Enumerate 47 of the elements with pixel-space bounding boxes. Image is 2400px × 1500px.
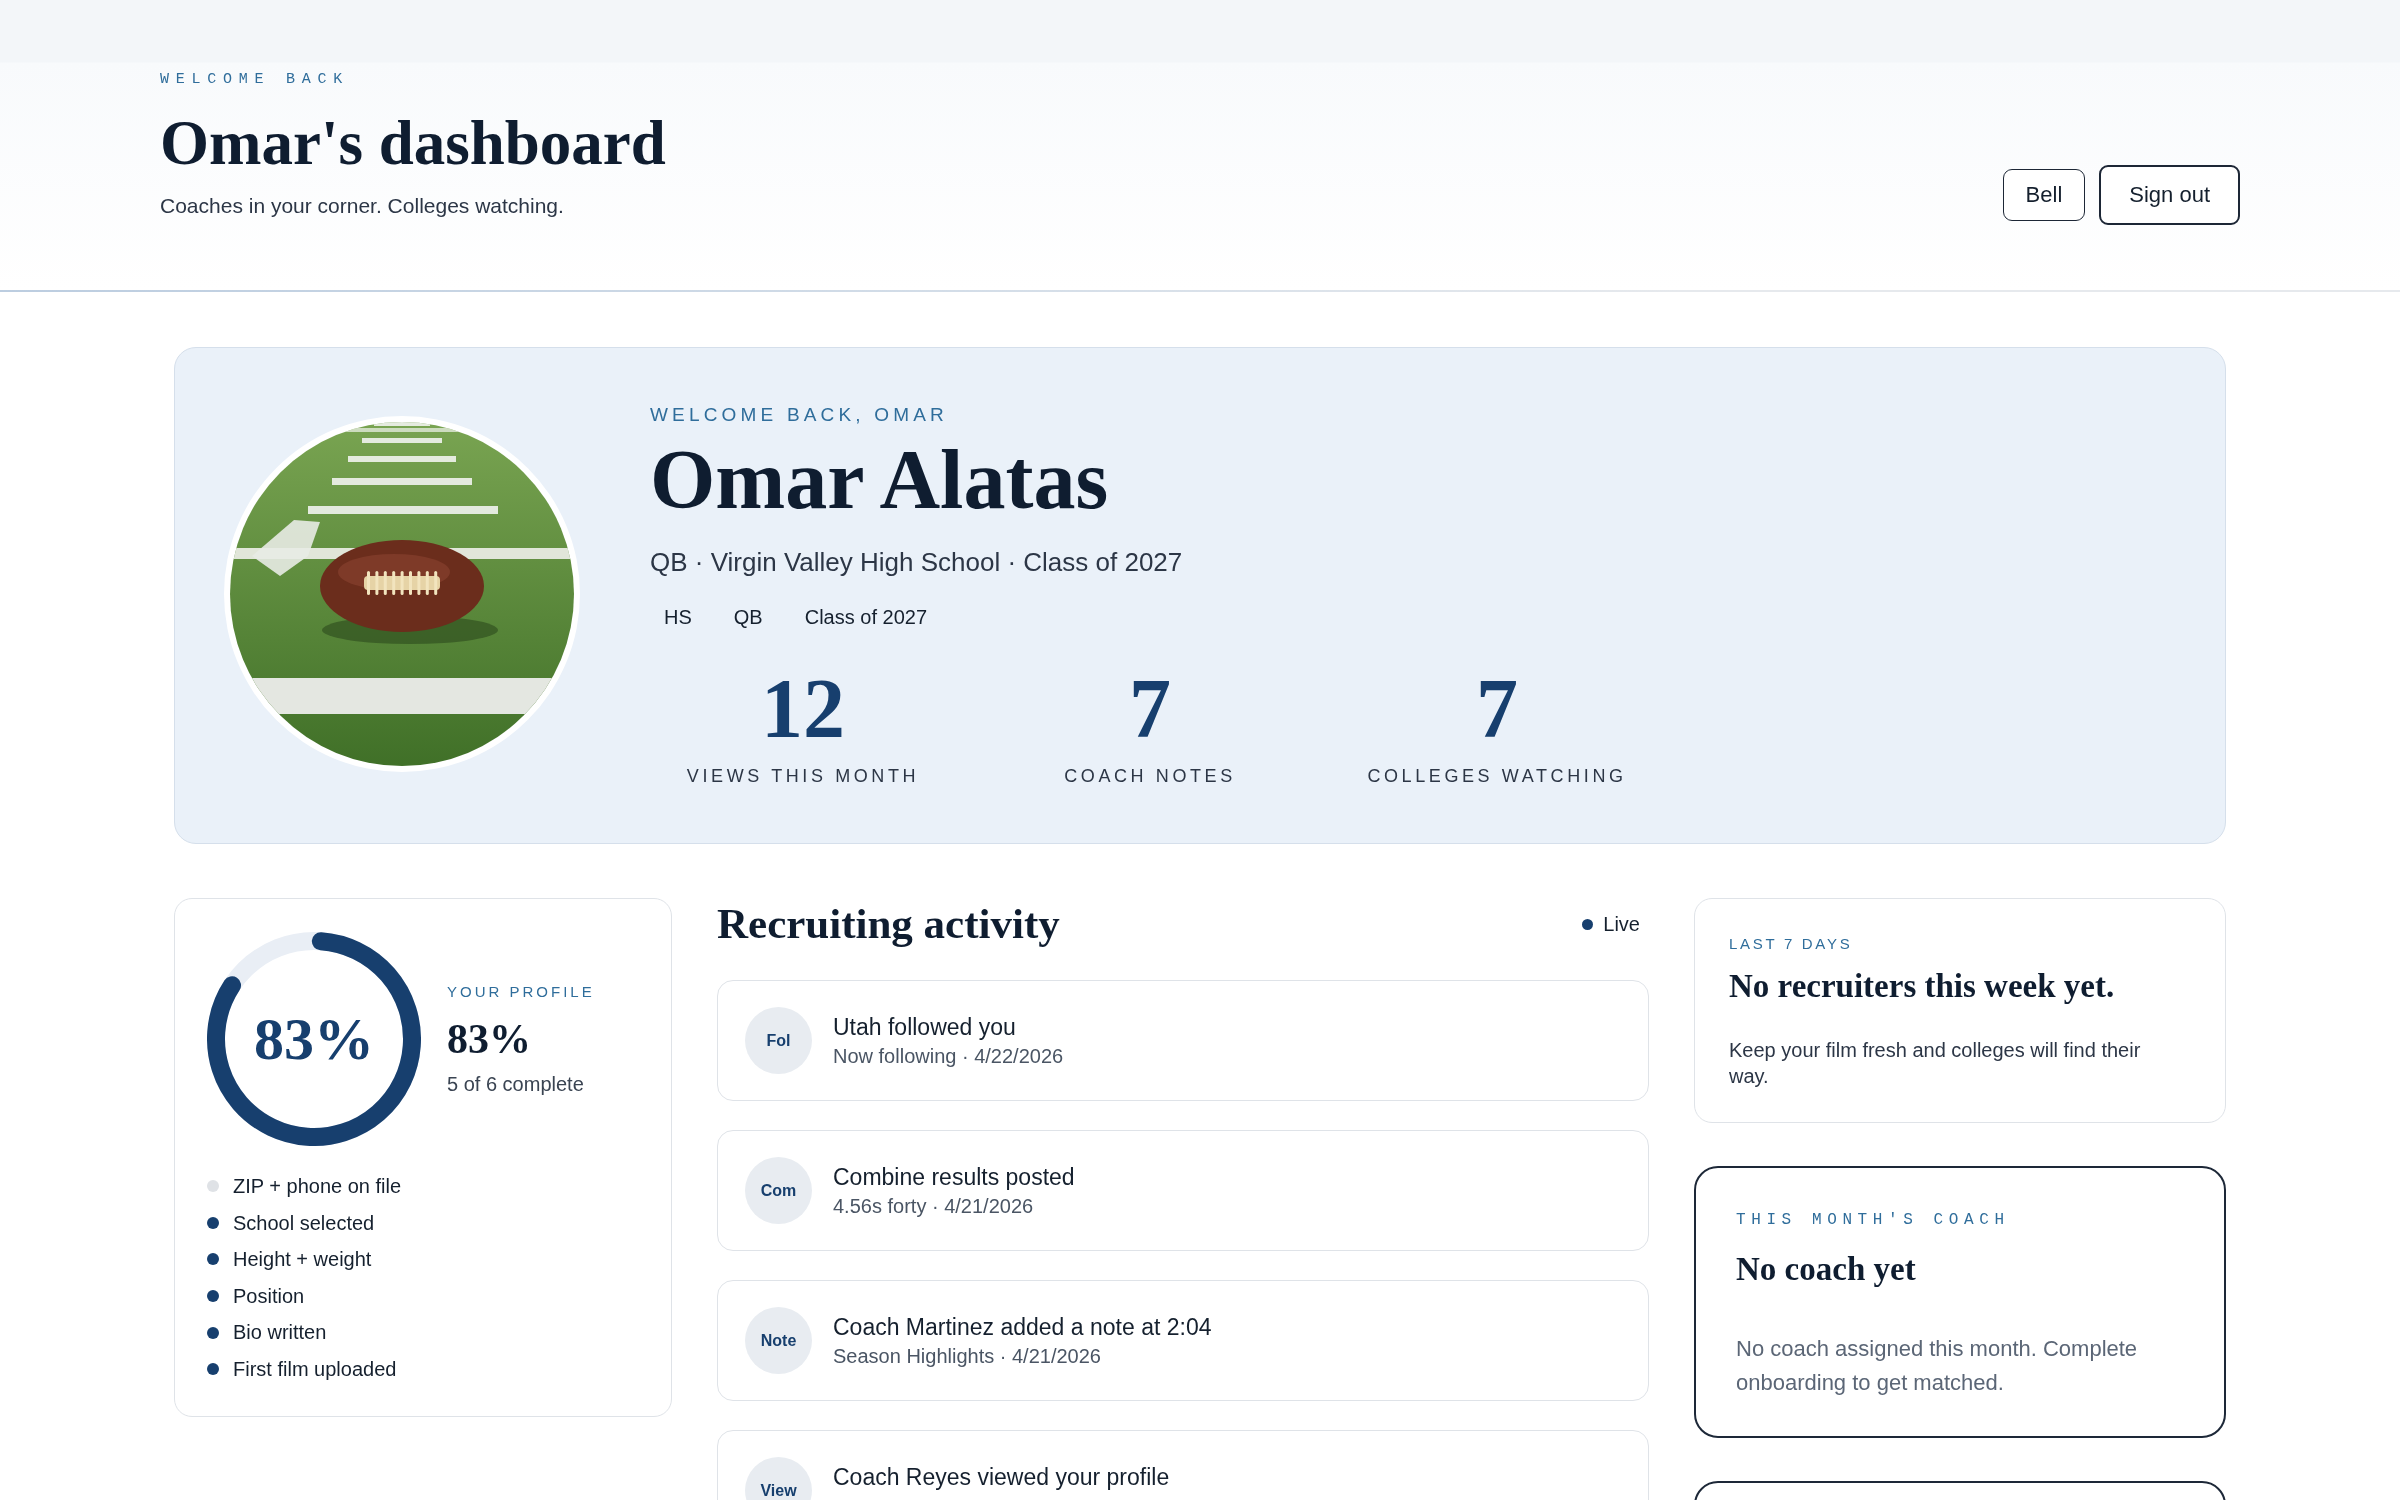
stat-value: 7 xyxy=(1476,664,1518,754)
checklist-label: First film uploaded xyxy=(233,1356,397,1382)
profile-tag: QB xyxy=(719,599,777,635)
profile-eyebrow: YOUR PROFILE xyxy=(447,982,595,1002)
stat-label: COACH NOTES xyxy=(1064,765,1236,788)
activity-title: Coach Martinez added a note at 2:04 xyxy=(833,1312,1212,1341)
page-subtitle: Coaches in your corner. Colleges watching. xyxy=(160,193,564,219)
checklist-label: Bio written xyxy=(233,1320,327,1346)
activity-type-avatar: Com xyxy=(745,1157,812,1224)
activity-detail: Now following · 4/22/2026 xyxy=(833,1043,1064,1069)
activity-title: Combine results posted xyxy=(833,1162,1075,1191)
activity-type-avatar: Fol xyxy=(745,1007,812,1074)
page-eyebrow: WELCOME BACK xyxy=(160,70,350,90)
card-title: No coach yet xyxy=(1736,1250,1916,1288)
stat-label: VIEWS THIS MONTH xyxy=(686,765,920,788)
activity-detail: 4.56s forty · 4/21/2026 xyxy=(833,1193,1034,1219)
profile-tag: Class of 2027 xyxy=(790,599,941,635)
card-eyebrow: THIS MONTH'S COACH xyxy=(1736,1210,2010,1231)
live-status-label: Live xyxy=(1603,912,1640,937)
page-title: Omar's dashboard xyxy=(160,108,666,178)
card-text: Keep your film fresh and colleges will find their way. xyxy=(1729,1038,2142,1089)
profile-summary: 5 of 6 complete xyxy=(447,1072,584,1097)
checklist-label: Position xyxy=(233,1283,305,1309)
card-eyebrow: LAST 7 DAYS xyxy=(1729,934,1853,954)
activity-type-avatar: Note xyxy=(745,1307,812,1374)
stat-value: 7 xyxy=(1129,664,1171,754)
checklist-label: ZIP + phone on file xyxy=(233,1174,402,1199)
section-title: Recruiting activity xyxy=(717,899,1060,949)
header-button[interactable]: Bell xyxy=(2002,169,2086,221)
live-dot-icon xyxy=(1582,918,1594,930)
progress-ring-percent: 83% xyxy=(254,1007,374,1071)
card-title: No recruiters this week yet. xyxy=(1729,967,2115,1005)
hero-eyebrow: WELCOME BACK, OMAR xyxy=(650,403,948,427)
checklist-label: School selected xyxy=(233,1210,375,1236)
stat-label: COLLEGES WATCHING xyxy=(1367,765,1627,788)
card-text: No coach assigned this month. Complete onboarding to get matched. xyxy=(1736,1335,2139,1397)
athlete-name: Omar Alatas xyxy=(650,435,1109,525)
profile-percent: 83% xyxy=(447,1015,531,1063)
profile-tag: HS xyxy=(650,599,706,635)
activity-title: Utah followed you xyxy=(833,1012,1016,1041)
activity-title: Coach Reyes viewed your profile xyxy=(833,1462,1170,1491)
activity-type-avatar: View xyxy=(745,1457,812,1500)
stat-value: 12 xyxy=(761,664,845,754)
athlete-details: QB · Virgin Valley High School · Class of 2027 xyxy=(650,546,1183,579)
activity-detail: Season Highlights · 4/21/2026 xyxy=(833,1343,1101,1369)
header-button[interactable]: Sign out xyxy=(2099,165,2240,225)
checklist-label: Height + weight xyxy=(233,1247,372,1273)
